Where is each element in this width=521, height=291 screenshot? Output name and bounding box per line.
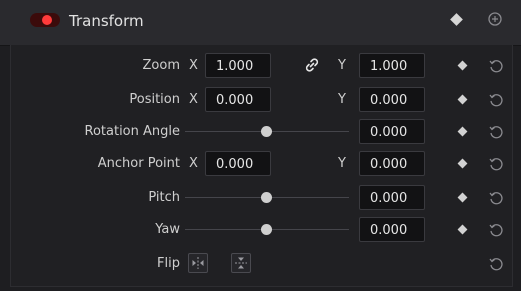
position-x-field[interactable]: 0.000 <box>205 87 271 112</box>
reset-all-icon[interactable] <box>487 11 503 27</box>
yaw-row: Yaw 0.000 <box>11 215 512 245</box>
yaw-slider-thumb[interactable] <box>261 224 272 235</box>
rotation-label: Rotation Angle <box>84 124 181 139</box>
flip-label: Flip <box>157 256 180 271</box>
pitch-slider-thumb[interactable] <box>261 192 272 203</box>
anchor-row: Anchor Point X 0.000 Y 0.000 <box>11 149 512 179</box>
toggle-dot <box>42 15 52 25</box>
zoom-x-axis-label: X <box>189 58 198 73</box>
rotation-reset-icon[interactable] <box>488 124 504 140</box>
pitch-label: Pitch <box>148 190 180 205</box>
rotation-field[interactable]: 0.000 <box>359 119 425 144</box>
anchor-y-field[interactable]: 0.000 <box>359 151 425 176</box>
position-y-field[interactable]: 0.000 <box>359 87 425 112</box>
position-row: Position X 0.000 Y 0.000 <box>11 85 512 115</box>
rotation-row: Rotation Angle 0.000 <box>11 117 512 147</box>
position-keyframe-icon[interactable] <box>457 94 468 105</box>
position-reset-icon[interactable] <box>488 92 504 108</box>
panel-header: Transform <box>0 0 521 46</box>
position-x-axis-label: X <box>189 92 198 107</box>
zoom-reset-icon[interactable] <box>488 58 504 74</box>
pitch-row: Pitch 0.000 <box>11 183 512 213</box>
flip-horizontal-button[interactable] <box>188 253 208 273</box>
flip-horizontal-icon <box>192 257 204 269</box>
anchor-x-axis-label: X <box>189 156 198 171</box>
anchor-reset-icon[interactable] <box>488 156 504 172</box>
link-icon[interactable] <box>304 57 320 73</box>
zoom-y-field[interactable]: 1.000 <box>359 53 425 78</box>
panel-title: Transform <box>69 12 144 30</box>
anchor-keyframe-icon[interactable] <box>457 158 468 169</box>
position-y-axis-label: Y <box>338 92 346 107</box>
zoom-row: Zoom X 1.000 Y 1.000 <box>11 51 512 81</box>
pitch-reset-icon[interactable] <box>488 190 504 206</box>
yaw-keyframe-icon[interactable] <box>457 224 468 235</box>
zoom-x-field[interactable]: 1.000 <box>205 53 271 78</box>
yaw-reset-icon[interactable] <box>488 222 504 238</box>
zoom-label: Zoom <box>142 58 180 73</box>
zoom-keyframe-icon[interactable] <box>457 60 468 71</box>
yaw-field[interactable]: 0.000 <box>359 217 425 242</box>
zoom-y-axis-label: Y <box>338 58 346 73</box>
pitch-keyframe-icon[interactable] <box>457 192 468 203</box>
pitch-field[interactable]: 0.000 <box>359 185 425 210</box>
flip-vertical-button[interactable] <box>231 253 251 273</box>
panel-body: Zoom X 1.000 Y 1.000 Position X 0.000 Y … <box>10 45 513 287</box>
rotation-slider-thumb[interactable] <box>261 126 272 137</box>
flip-vertical-icon <box>235 257 247 269</box>
yaw-label: Yaw <box>155 222 180 237</box>
flip-reset-icon[interactable] <box>488 256 504 272</box>
anchor-x-field[interactable]: 0.000 <box>205 151 271 176</box>
position-label: Position <box>129 92 180 107</box>
flip-row: Flip <box>11 249 512 279</box>
transform-panel: Transform Zoom X 1.000 Y 1.000 Position … <box>0 0 521 291</box>
anchor-label: Anchor Point <box>97 156 180 171</box>
enable-toggle[interactable] <box>30 13 60 27</box>
anchor-y-axis-label: Y <box>338 156 346 171</box>
header-keyframe-icon[interactable] <box>450 13 463 26</box>
rotation-keyframe-icon[interactable] <box>457 126 468 137</box>
